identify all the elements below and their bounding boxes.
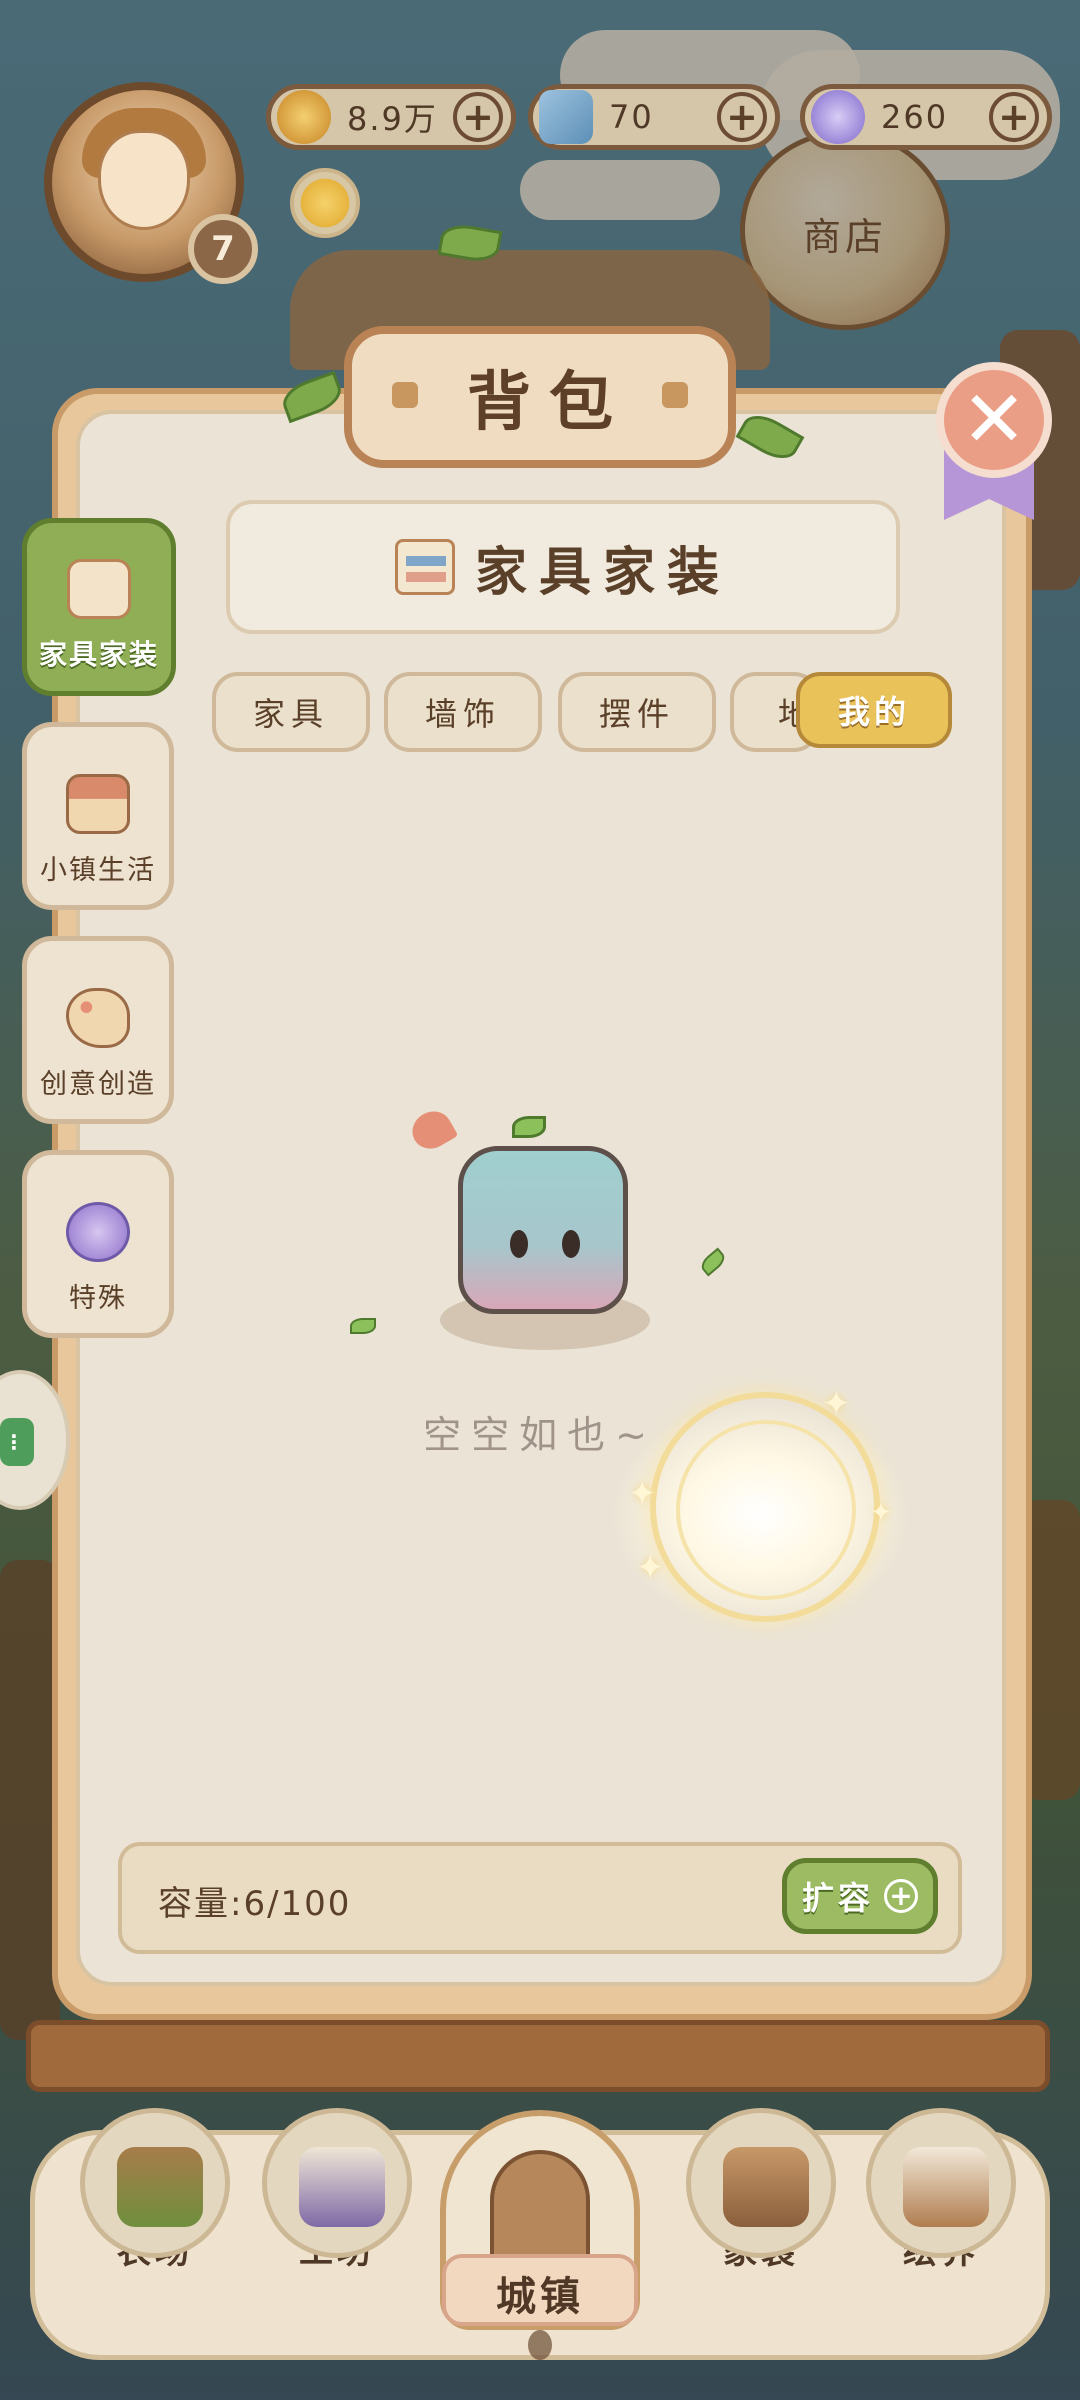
gold-coin-icon: [277, 90, 331, 144]
expand-label: 扩容: [801, 1879, 874, 1917]
easel-picture: [903, 2147, 989, 2227]
shop-label[interactable]: 商店: [790, 206, 900, 261]
add-gem-button[interactable]: +: [989, 92, 1039, 142]
workshop-icon: [262, 2108, 412, 2258]
book-currency: 70 +: [528, 84, 780, 150]
blue-book-icon: [539, 90, 593, 144]
farm-picture: [117, 2147, 203, 2227]
tab-ornaments[interactable]: 摆件: [558, 672, 716, 752]
book-value: 70: [609, 98, 654, 136]
plate-ornament: [392, 382, 418, 408]
capacity-text: 容量:6/100: [158, 1884, 352, 1924]
palette-icon: [66, 988, 130, 1048]
home-decor-picture: [723, 2147, 809, 2227]
plate-ornament: [662, 382, 688, 408]
close-button[interactable]: ✕: [936, 362, 1052, 478]
category-title: 家具家装: [474, 542, 731, 603]
expand-capacity-button[interactable]: 扩容 +: [782, 1858, 938, 1934]
crying-mascot: [458, 1146, 628, 1314]
tab-mine[interactable]: 我的: [796, 672, 952, 748]
mascot-eye: [510, 1230, 528, 1258]
sidetab-label: 创意创造: [40, 1069, 156, 1100]
farm-icon: [80, 2108, 230, 2258]
nav-farm[interactable]: 农场: [80, 2108, 230, 2273]
category-header: 家具家装: [226, 500, 900, 634]
workshop-picture: [299, 2147, 385, 2227]
sidetab-town-life[interactable]: 小镇生活: [22, 722, 174, 910]
gem-value: 260: [881, 98, 949, 136]
panel-title-plate: 背包: [344, 326, 736, 468]
home-decor-icon: [686, 2108, 836, 2258]
add-book-button[interactable]: +: [717, 92, 767, 142]
avatar-face: [98, 130, 190, 230]
tap-ring-effect: [676, 1420, 856, 1600]
sidetab-label: 特殊: [69, 1283, 127, 1314]
panel-title: 背包: [467, 366, 631, 440]
gold-value: 8.9万: [347, 100, 438, 138]
sidetab-label: 小镇生活: [40, 855, 156, 886]
sidetab-furniture-decor[interactable]: 家具家装: [22, 518, 176, 696]
nav-town-label: 城镇: [496, 2274, 584, 2320]
star-gem-icon: [811, 90, 865, 144]
gem-currency: 260 +: [800, 84, 1052, 150]
sidetab-label: 家具家装: [38, 638, 159, 671]
mascot-eye: [562, 1230, 580, 1258]
more-dots-icon: ⋮: [4, 1430, 24, 1454]
furniture-icon: [394, 539, 455, 595]
sparkle-icon: ✦: [870, 1498, 892, 1528]
active-marker-icon: [528, 2330, 552, 2360]
panel-shelf: [26, 2020, 1050, 2092]
tab-furniture[interactable]: 家具: [212, 672, 370, 752]
nav-home-decor[interactable]: 家装: [686, 2108, 836, 2273]
sparkle-icon: ✦: [636, 1548, 665, 1588]
player-level-badge: 7: [188, 214, 258, 284]
easel-icon: [866, 2108, 1016, 2258]
sidetab-creative[interactable]: 创意创造: [22, 936, 174, 1124]
nav-art-world[interactable]: 绘界: [866, 2108, 1016, 2273]
gold-currency: 8.9万 +: [266, 84, 516, 150]
sidetab-special[interactable]: 特殊: [22, 1150, 174, 1338]
sparkle-icon: ✦: [628, 1474, 657, 1514]
furniture-icon: [67, 559, 131, 619]
potion-icon: [66, 1202, 130, 1262]
add-gold-button[interactable]: +: [453, 92, 503, 142]
leaf-decoration: [350, 1318, 376, 1334]
tab-wall-decor[interactable]: 墙饰: [384, 672, 542, 752]
sprout-icon: [512, 1116, 546, 1138]
sun-icon[interactable]: [290, 168, 360, 238]
sparkle-icon: ✦: [822, 1384, 851, 1424]
plus-icon: +: [884, 1879, 918, 1913]
nav-workshop[interactable]: 工坊: [262, 2108, 412, 2273]
house-icon: [66, 774, 130, 834]
